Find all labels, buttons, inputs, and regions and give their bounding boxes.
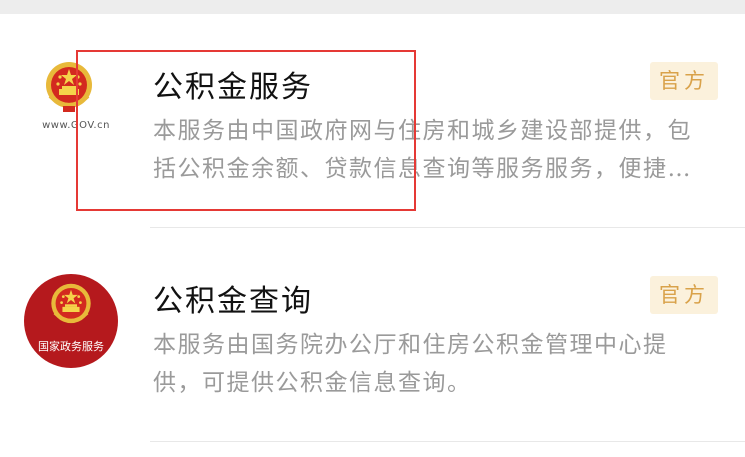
official-badge: 官方 <box>650 276 718 314</box>
logo-site-text: www.GOV.cn <box>42 120 110 131</box>
top-bar <box>0 0 745 14</box>
item-title: 公积金服务 <box>153 70 313 105</box>
item-description: 本服务由国务院办公厅和住房公积金管理中心提供，可提供公积金信息查询。 <box>153 332 668 396</box>
gov-cn-logo: www.GOV.cn <box>34 60 118 144</box>
list-item-gjj-service[interactable]: www.GOV.cn 公积金服务 本服务由中国政府网与住房和城乡建设部提供，包括… <box>0 14 745 228</box>
national-emblem-icon <box>46 62 92 112</box>
item-title: 公积金查询 <box>153 284 313 319</box>
gov-service-logo: 国家政务服务 <box>24 274 118 368</box>
logo-org-text: 国家政务服务 <box>38 340 104 353</box>
national-emblem-icon <box>51 283 91 324</box>
official-badge: 官方 <box>650 62 718 100</box>
item-description: 本服务由中国政府网与住房和城乡建设部提供，包括公积金余额、贷款信息查询等服务服务… <box>153 118 692 182</box>
divider <box>150 441 745 442</box>
service-list: www.GOV.cn 公积金服务 本服务由中国政府网与住房和城乡建设部提供，包括… <box>0 14 745 442</box>
list-item-gjj-query[interactable]: 国家政务服务 公积金查询 本服务由国务院办公厅和住房公积金管理中心提供，可提供公… <box>0 228 745 442</box>
